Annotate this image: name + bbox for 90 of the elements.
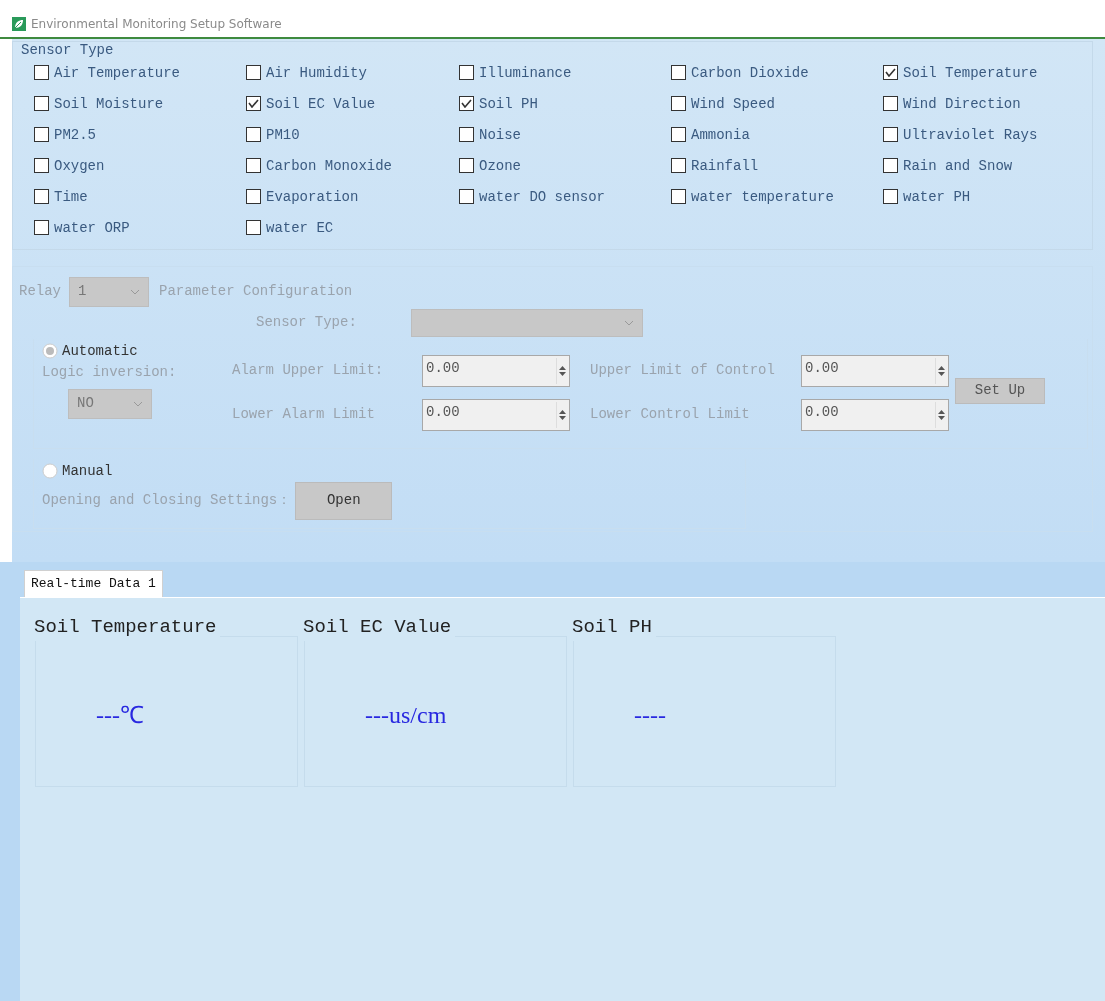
relay-label: Relay	[19, 282, 61, 302]
sensor-checkbox[interactable]: Carbon Monoxide	[246, 156, 459, 175]
sensor-checkbox[interactable]: Wind Speed	[671, 94, 883, 113]
check-icon	[461, 99, 472, 109]
field-label: Lower Control Limit	[590, 405, 751, 425]
checkbox[interactable]	[246, 96, 261, 112]
checkbox[interactable]	[671, 65, 686, 81]
sensor-checkbox[interactable]: Rainfall	[671, 156, 883, 175]
check-icon	[885, 68, 896, 78]
radio-circle-icon[interactable]	[42, 343, 58, 360]
field-label: Upper Limit of Control	[590, 361, 776, 381]
window-title: Environmental Monitoring Setup Software	[31, 16, 282, 34]
sensor-checkbox[interactable]: Carbon Dioxide	[671, 63, 883, 82]
checkbox[interactable]	[246, 127, 261, 143]
sensor-checkbox[interactable]: Soil PH	[459, 94, 671, 113]
checkbox[interactable]	[883, 127, 898, 143]
checkbox[interactable]	[246, 65, 261, 81]
checkbox[interactable]	[459, 189, 474, 205]
field-label: Logic inversion:	[42, 362, 178, 382]
checkbox[interactable]	[34, 127, 49, 143]
field-label: Opening and Closing Settings：	[42, 491, 292, 511]
sensor-checkbox[interactable]: Oxygen	[34, 156, 246, 175]
sensor-checkbox[interactable]: Rain and Snow	[883, 156, 1095, 175]
spinner-icon[interactable]	[935, 401, 945, 428]
checkbox[interactable]	[883, 158, 898, 174]
sensor-checkbox[interactable]: water temperature	[671, 187, 883, 206]
sensor-checkbox[interactable]: Air Humidity	[246, 63, 459, 82]
caret-icon	[623, 319, 634, 326]
sensor-checkbox[interactable]: water EC	[246, 218, 459, 237]
checkbox[interactable]	[883, 65, 898, 81]
field-label: Sensor Type:	[256, 313, 357, 333]
reading-value: ----	[634, 700, 666, 730]
check-icon	[248, 99, 259, 109]
caret-icon	[133, 400, 143, 407]
sensor-checkbox[interactable]: Ammonia	[671, 125, 883, 144]
sensor-checkbox[interactable]: water DO sensor	[459, 187, 671, 206]
sensor-checkbox[interactable]: Evaporation	[246, 187, 459, 206]
checkbox[interactable]	[34, 158, 49, 174]
checkbox[interactable]	[459, 96, 474, 112]
sensor-checkbox[interactable]: water ORP	[34, 218, 246, 237]
sensor-checkbox[interactable]: Illuminance	[459, 63, 671, 82]
open-button[interactable]: Open	[295, 481, 393, 520]
radio-button[interactable]: Manual	[42, 460, 737, 482]
checkbox[interactable]	[246, 220, 261, 236]
checkbox[interactable]	[246, 189, 261, 205]
checkbox[interactable]	[883, 96, 898, 112]
number-field[interactable]: 0.00	[422, 354, 570, 387]
spinner-icon[interactable]	[556, 401, 566, 428]
set-up-button[interactable]: Set Up	[955, 377, 1045, 404]
sensor-checkbox[interactable]: Soil Temperature	[883, 63, 1095, 82]
checkbox[interactable]	[246, 158, 261, 174]
number-field[interactable]: 0.00	[422, 398, 570, 431]
app-logo-icon	[12, 17, 26, 32]
checkbox[interactable]	[34, 220, 49, 236]
reading-value: ---us/cm	[365, 700, 447, 730]
field-label: Alarm Upper Limit:	[232, 361, 385, 381]
reading-value: ---℃	[96, 700, 144, 730]
checkbox[interactable]	[883, 189, 898, 205]
section-label: Parameter Configuration	[159, 282, 353, 302]
checkbox[interactable]	[459, 65, 474, 81]
checkbox[interactable]	[671, 189, 686, 205]
sensor-checkbox[interactable]: water PH	[883, 187, 1095, 206]
checkbox[interactable]	[459, 127, 474, 143]
sensor-checkbox[interactable]: Time	[34, 187, 246, 206]
number-field[interactable]: 0.00	[801, 398, 949, 431]
checkbox[interactable]	[671, 127, 686, 143]
sensor-checkbox[interactable]: Air Temperature	[34, 63, 246, 82]
sensor-checkbox[interactable]: PM10	[246, 125, 459, 144]
sensor-checkbox[interactable]: Soil EC Value	[246, 94, 459, 113]
checkbox[interactable]	[34, 189, 49, 205]
sensor-checkbox[interactable]: Noise	[459, 125, 671, 144]
sensor-checkbox[interactable]: Soil Moisture	[34, 94, 246, 113]
number-field[interactable]: 0.00	[801, 354, 949, 387]
spinner-icon[interactable]	[935, 357, 945, 384]
radio-circle-icon[interactable]	[42, 463, 58, 480]
sensor-checkbox[interactable]: Ultraviolet Rays	[883, 125, 1095, 144]
group-title: Sensor Type	[20, 41, 115, 58]
checkbox[interactable]	[34, 96, 49, 112]
sensor-checkbox[interactable]: Wind Direction	[883, 94, 1095, 113]
spinner-icon[interactable]	[556, 357, 566, 384]
checkbox[interactable]	[671, 96, 686, 112]
radio-button[interactable]: Automatic	[42, 340, 232, 362]
caret-icon	[130, 288, 140, 295]
tab[interactable]: Real-time Data 1	[24, 570, 163, 597]
sensor-checkbox[interactable]: Ozone	[459, 156, 671, 175]
checkbox[interactable]	[671, 158, 686, 174]
field-label: Lower Alarm Limit	[232, 405, 376, 425]
checkbox[interactable]	[459, 158, 474, 174]
checkbox[interactable]	[34, 65, 49, 81]
sensor-checkbox[interactable]: PM2.5	[34, 125, 246, 144]
